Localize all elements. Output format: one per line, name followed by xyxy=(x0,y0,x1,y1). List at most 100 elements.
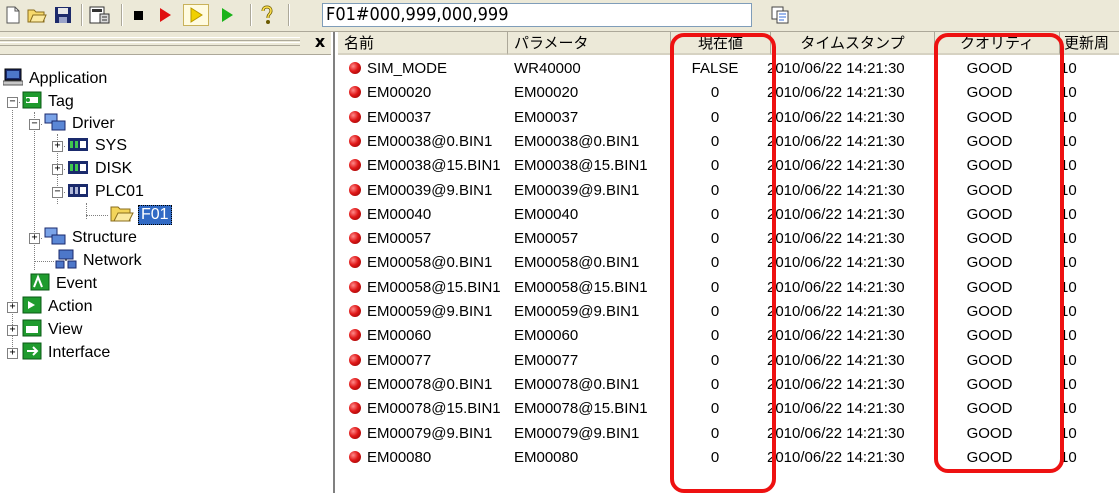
tree-node-interface[interactable]: Interface xyxy=(22,342,112,364)
status-dot-icon xyxy=(349,305,361,317)
row-name-text: EM00060 xyxy=(367,327,432,345)
row-name: EM00079@9.BIN1 xyxy=(338,422,508,445)
help-icon[interactable] xyxy=(256,4,278,26)
tree-node-driver[interactable]: Driver xyxy=(44,113,117,135)
new-icon[interactable] xyxy=(3,4,23,26)
row-timestamp: 2010/06/22 14:21:30 xyxy=(767,205,905,223)
tree-node-label: Interface xyxy=(48,344,111,361)
status-dot-icon xyxy=(349,207,361,220)
close-icon[interactable]: x xyxy=(311,33,329,51)
row-timestamp: 2010/06/22 14:21:30 xyxy=(767,230,905,248)
collapse-toggle[interactable]: − xyxy=(52,187,63,198)
expand-toggle[interactable]: + xyxy=(7,302,18,313)
status-dot-icon xyxy=(349,232,361,245)
row-timestamp: 2010/06/22 14:21:30 xyxy=(767,448,905,466)
tree-node-action[interactable]: Action xyxy=(22,296,94,318)
row-name: EM00060 xyxy=(338,324,508,347)
row-name: EM00058@0.BIN1 xyxy=(338,251,508,274)
tree-node-event[interactable]: Event xyxy=(30,273,99,295)
tree-node-network[interactable]: Network xyxy=(55,249,144,272)
row-parameter: EM00058@15.BIN1 xyxy=(514,278,648,296)
quality-column-highlight xyxy=(934,33,1064,473)
expand-toggle[interactable]: + xyxy=(7,325,18,336)
row-name-text: EM00078@0.BIN1 xyxy=(367,375,493,393)
tree-node-application[interactable]: Application xyxy=(2,68,109,91)
tree-node-sys[interactable]: SYS xyxy=(67,135,129,157)
device-icon xyxy=(67,135,89,158)
play-icon[interactable] xyxy=(216,4,238,26)
row-timestamp: 2010/06/22 14:21:30 xyxy=(767,303,905,320)
row-parameter: EM00038@15.BIN1 xyxy=(514,157,648,175)
stop-icon[interactable] xyxy=(127,4,149,26)
row-name-text: EM00058@0.BIN1 xyxy=(367,254,493,272)
status-dot-icon xyxy=(349,353,361,366)
row-timestamp: 2010/06/22 14:21:30 xyxy=(767,60,905,77)
row-timestamp: 2010/06/22 14:21:30 xyxy=(767,424,905,442)
open-icon[interactable] xyxy=(26,4,48,26)
expand-toggle[interactable]: + xyxy=(52,164,63,175)
row-name-text: EM00057 xyxy=(367,230,432,248)
row-parameter: EM00078@0.BIN1 xyxy=(514,375,640,393)
row-name-text: EM00020 xyxy=(367,84,432,102)
row-parameter: EM00080 xyxy=(514,448,579,466)
row-parameter: EM00078@15.BIN1 xyxy=(514,400,648,418)
row-name-text: EM00038@15.BIN1 xyxy=(367,157,501,175)
expand-toggle[interactable]: + xyxy=(52,141,63,152)
run-icon[interactable] xyxy=(154,4,176,26)
column-header-timestamp[interactable]: タイムスタンプ xyxy=(771,32,935,55)
tree-node-disk[interactable]: DISK xyxy=(67,158,134,180)
row-parameter: EM00057 xyxy=(514,230,579,248)
row-name: EM00038@15.BIN1 xyxy=(338,154,508,177)
tree-node-view[interactable]: View xyxy=(22,319,84,341)
row-name-text: EM00078@15.BIN1 xyxy=(367,400,501,418)
row-timestamp: 2010/06/22 14:21:30 xyxy=(767,375,905,393)
tag-list: 名前 パラメータ 現在値 タイムスタンプ クオリティ 更新周 SIM_MODE W… xyxy=(338,32,1119,493)
row-parameter: EM00059@9.BIN1 xyxy=(514,303,640,320)
tree-node-label: PLC01 xyxy=(95,183,144,200)
collapse-toggle[interactable]: − xyxy=(7,97,18,108)
tree-node-label: View xyxy=(48,321,83,338)
path-field[interactable]: F01#000,999,000,999 xyxy=(322,3,752,27)
tree-node-structure[interactable]: Structure xyxy=(44,227,139,249)
tree-node-label: Structure xyxy=(72,229,137,246)
status-dot-icon xyxy=(349,110,361,123)
tree-node-tag[interactable]: Tag xyxy=(22,91,76,113)
row-name-text: EM00040 xyxy=(367,205,432,223)
status-dot-icon xyxy=(349,134,361,147)
interface-icon xyxy=(22,342,42,365)
view-icon xyxy=(22,319,42,342)
tree-node-f01[interactable]: F01 xyxy=(110,204,172,226)
column-header-name[interactable]: 名前 xyxy=(338,32,508,55)
tree-node-plc01[interactable]: PLC01 xyxy=(67,181,146,203)
row-name: SIM_MODE xyxy=(338,57,508,80)
status-dot-icon xyxy=(349,159,361,172)
event-icon xyxy=(30,273,50,296)
row-parameter: EM00077 xyxy=(514,351,579,369)
computer-icon xyxy=(2,68,24,91)
copy-icon[interactable] xyxy=(770,5,790,25)
column-header-update[interactable]: 更新周 xyxy=(1060,32,1119,55)
row-name: EM00058@15.BIN1 xyxy=(338,276,508,299)
row-timestamp: 2010/06/22 14:21:30 xyxy=(767,181,905,199)
column-header-parameter[interactable]: パラメータ xyxy=(508,32,671,55)
row-name-text: EM00058@15.BIN1 xyxy=(367,278,501,296)
expand-toggle[interactable]: + xyxy=(7,348,18,359)
collapse-toggle[interactable]: − xyxy=(29,119,40,130)
tree-node-label: Network xyxy=(83,252,142,269)
tree-panel: x Application − Tag − Driver + SYS + DIS… xyxy=(0,32,335,493)
row-timestamp: 2010/06/22 14:21:30 xyxy=(767,132,905,150)
status-dot-icon xyxy=(349,450,361,463)
expand-toggle[interactable]: + xyxy=(29,233,40,244)
properties-icon[interactable] xyxy=(87,4,113,26)
save-icon[interactable] xyxy=(52,4,74,26)
row-parameter: EM00058@0.BIN1 xyxy=(514,254,640,272)
step-icon[interactable] xyxy=(183,4,209,26)
row-name: EM00037 xyxy=(338,106,508,129)
row-parameter: EM00040 xyxy=(514,205,579,223)
row-timestamp: 2010/06/22 14:21:30 xyxy=(767,84,905,102)
row-name: EM00059@9.BIN1 xyxy=(338,300,508,323)
tree-node-label: Action xyxy=(48,298,93,315)
row-parameter: EM00020 xyxy=(514,84,579,102)
row-timestamp: 2010/06/22 14:21:30 xyxy=(767,400,905,418)
status-dot-icon xyxy=(349,377,361,390)
